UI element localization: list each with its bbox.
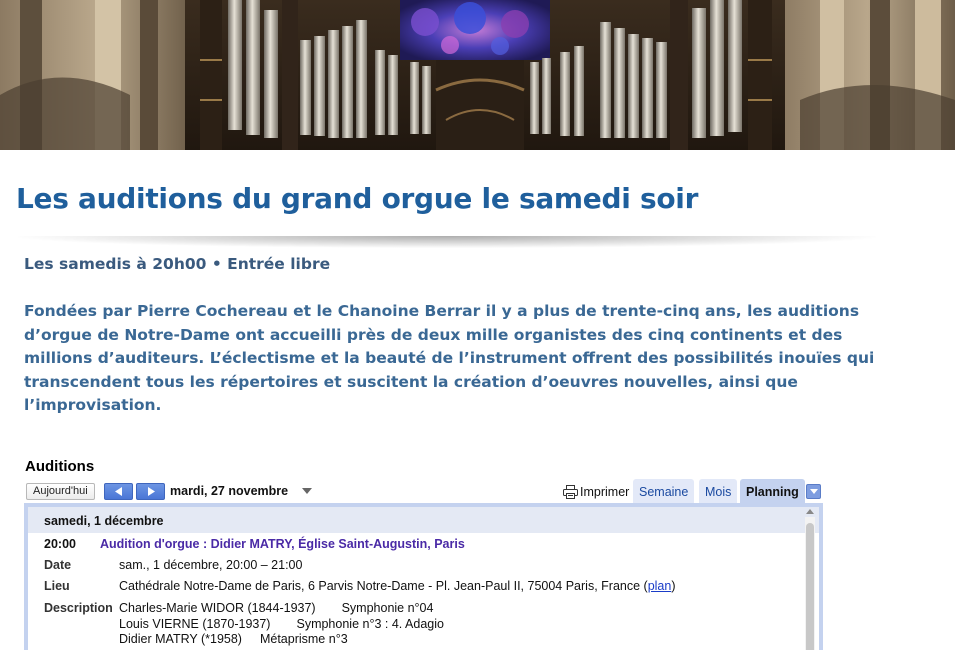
place-text: Cathédrale Notre-Dame de Paris, 6 Parvis…: [119, 579, 648, 593]
triangle-left-icon: [114, 487, 122, 496]
date-value: sam., 1 décembre, 20:00 – 21:00: [119, 558, 303, 572]
today-button[interactable]: Aujourd'hui: [26, 483, 95, 500]
page-title: Les auditions du grand orgue le samedi s…: [16, 182, 699, 215]
tab-week[interactable]: Semaine: [633, 479, 695, 503]
place-value: Cathédrale Notre-Dame de Paris, 6 Parvis…: [119, 579, 819, 600]
triangle-right-icon: [147, 487, 155, 496]
previous-button[interactable]: [104, 483, 133, 500]
calendar-title: Auditions: [25, 458, 95, 475]
chevron-down-icon: [809, 489, 818, 494]
event-row[interactable]: 20:00 Audition d'orgue : Didier MATRY, É…: [28, 533, 819, 555]
current-date-label: mardi, 27 novembre: [170, 484, 289, 498]
header-banner-image: [0, 0, 955, 150]
work: Métaprisme n°3: [259, 632, 348, 646]
place-close: ): [671, 579, 676, 593]
chevron-down-icon: [302, 488, 313, 494]
print-button[interactable]: Imprimer: [563, 483, 629, 500]
event-title-link[interactable]: Audition d'orgue : Didier MATRY, Église …: [100, 537, 465, 551]
agenda-frame: samedi, 1 décembre 20:00 Audition d'orgu…: [24, 503, 823, 650]
tab-month[interactable]: Mois: [699, 479, 738, 503]
program-item: Louis VIERNE (1870-1937) Symphonie n°3 : …: [119, 617, 819, 633]
tab-planning[interactable]: Planning: [740, 479, 805, 503]
description-value: Charles-Marie WIDOR (1844-1937) Symphonie…: [119, 601, 819, 648]
scrollbar-thumb[interactable]: [806, 523, 814, 650]
print-label: Imprimer: [580, 484, 630, 499]
program-item: Didier MATRY (*1958) Métaprisme n°3: [119, 632, 819, 648]
date-label: Date: [44, 558, 72, 572]
composer: Charles-Marie WIDOR (1844-1937): [119, 601, 316, 615]
event-description-row: Description Charles-Marie WIDOR (1844-19…: [28, 601, 819, 648]
current-date-picker[interactable]: mardi, 27 novembre: [170, 484, 313, 498]
work: Symphonie n°04: [341, 601, 434, 615]
next-button[interactable]: [136, 483, 165, 500]
scroll-up-icon[interactable]: [806, 509, 814, 514]
description-label: Description: [44, 601, 113, 615]
composer: Louis VIERNE (1870-1937): [119, 616, 271, 631]
printer-icon: [563, 484, 578, 499]
title-divider-shadow: [18, 236, 876, 248]
intro-paragraph: Fondées par Pierre Cochereau et le Chano…: [24, 302, 875, 414]
work: Symphonie n°3 : 4. Adagio: [296, 616, 444, 631]
day-header: samedi, 1 décembre: [28, 507, 819, 533]
event-date-row: Date sam., 1 décembre, 20:00 – 21:00: [28, 558, 819, 579]
event-place-row: Lieu Cathédrale Notre-Dame de Paris, 6 P…: [28, 579, 819, 600]
map-link[interactable]: plan: [648, 579, 672, 593]
view-options-dropdown[interactable]: [806, 484, 821, 499]
agenda-scrollbar[interactable]: [805, 509, 815, 650]
schedule-subtitle: Les samedis à 20h00 • Entrée libre: [24, 255, 331, 273]
agenda-list: samedi, 1 décembre 20:00 Audition d'orgu…: [28, 507, 819, 650]
composer: Didier MATRY (*1958): [119, 632, 242, 646]
place-label: Lieu: [44, 579, 70, 593]
program-item: Charles-Marie WIDOR (1844-1937) Symphonie…: [119, 601, 819, 617]
organ-illustration: [0, 0, 955, 150]
event-time: 20:00: [44, 537, 76, 551]
